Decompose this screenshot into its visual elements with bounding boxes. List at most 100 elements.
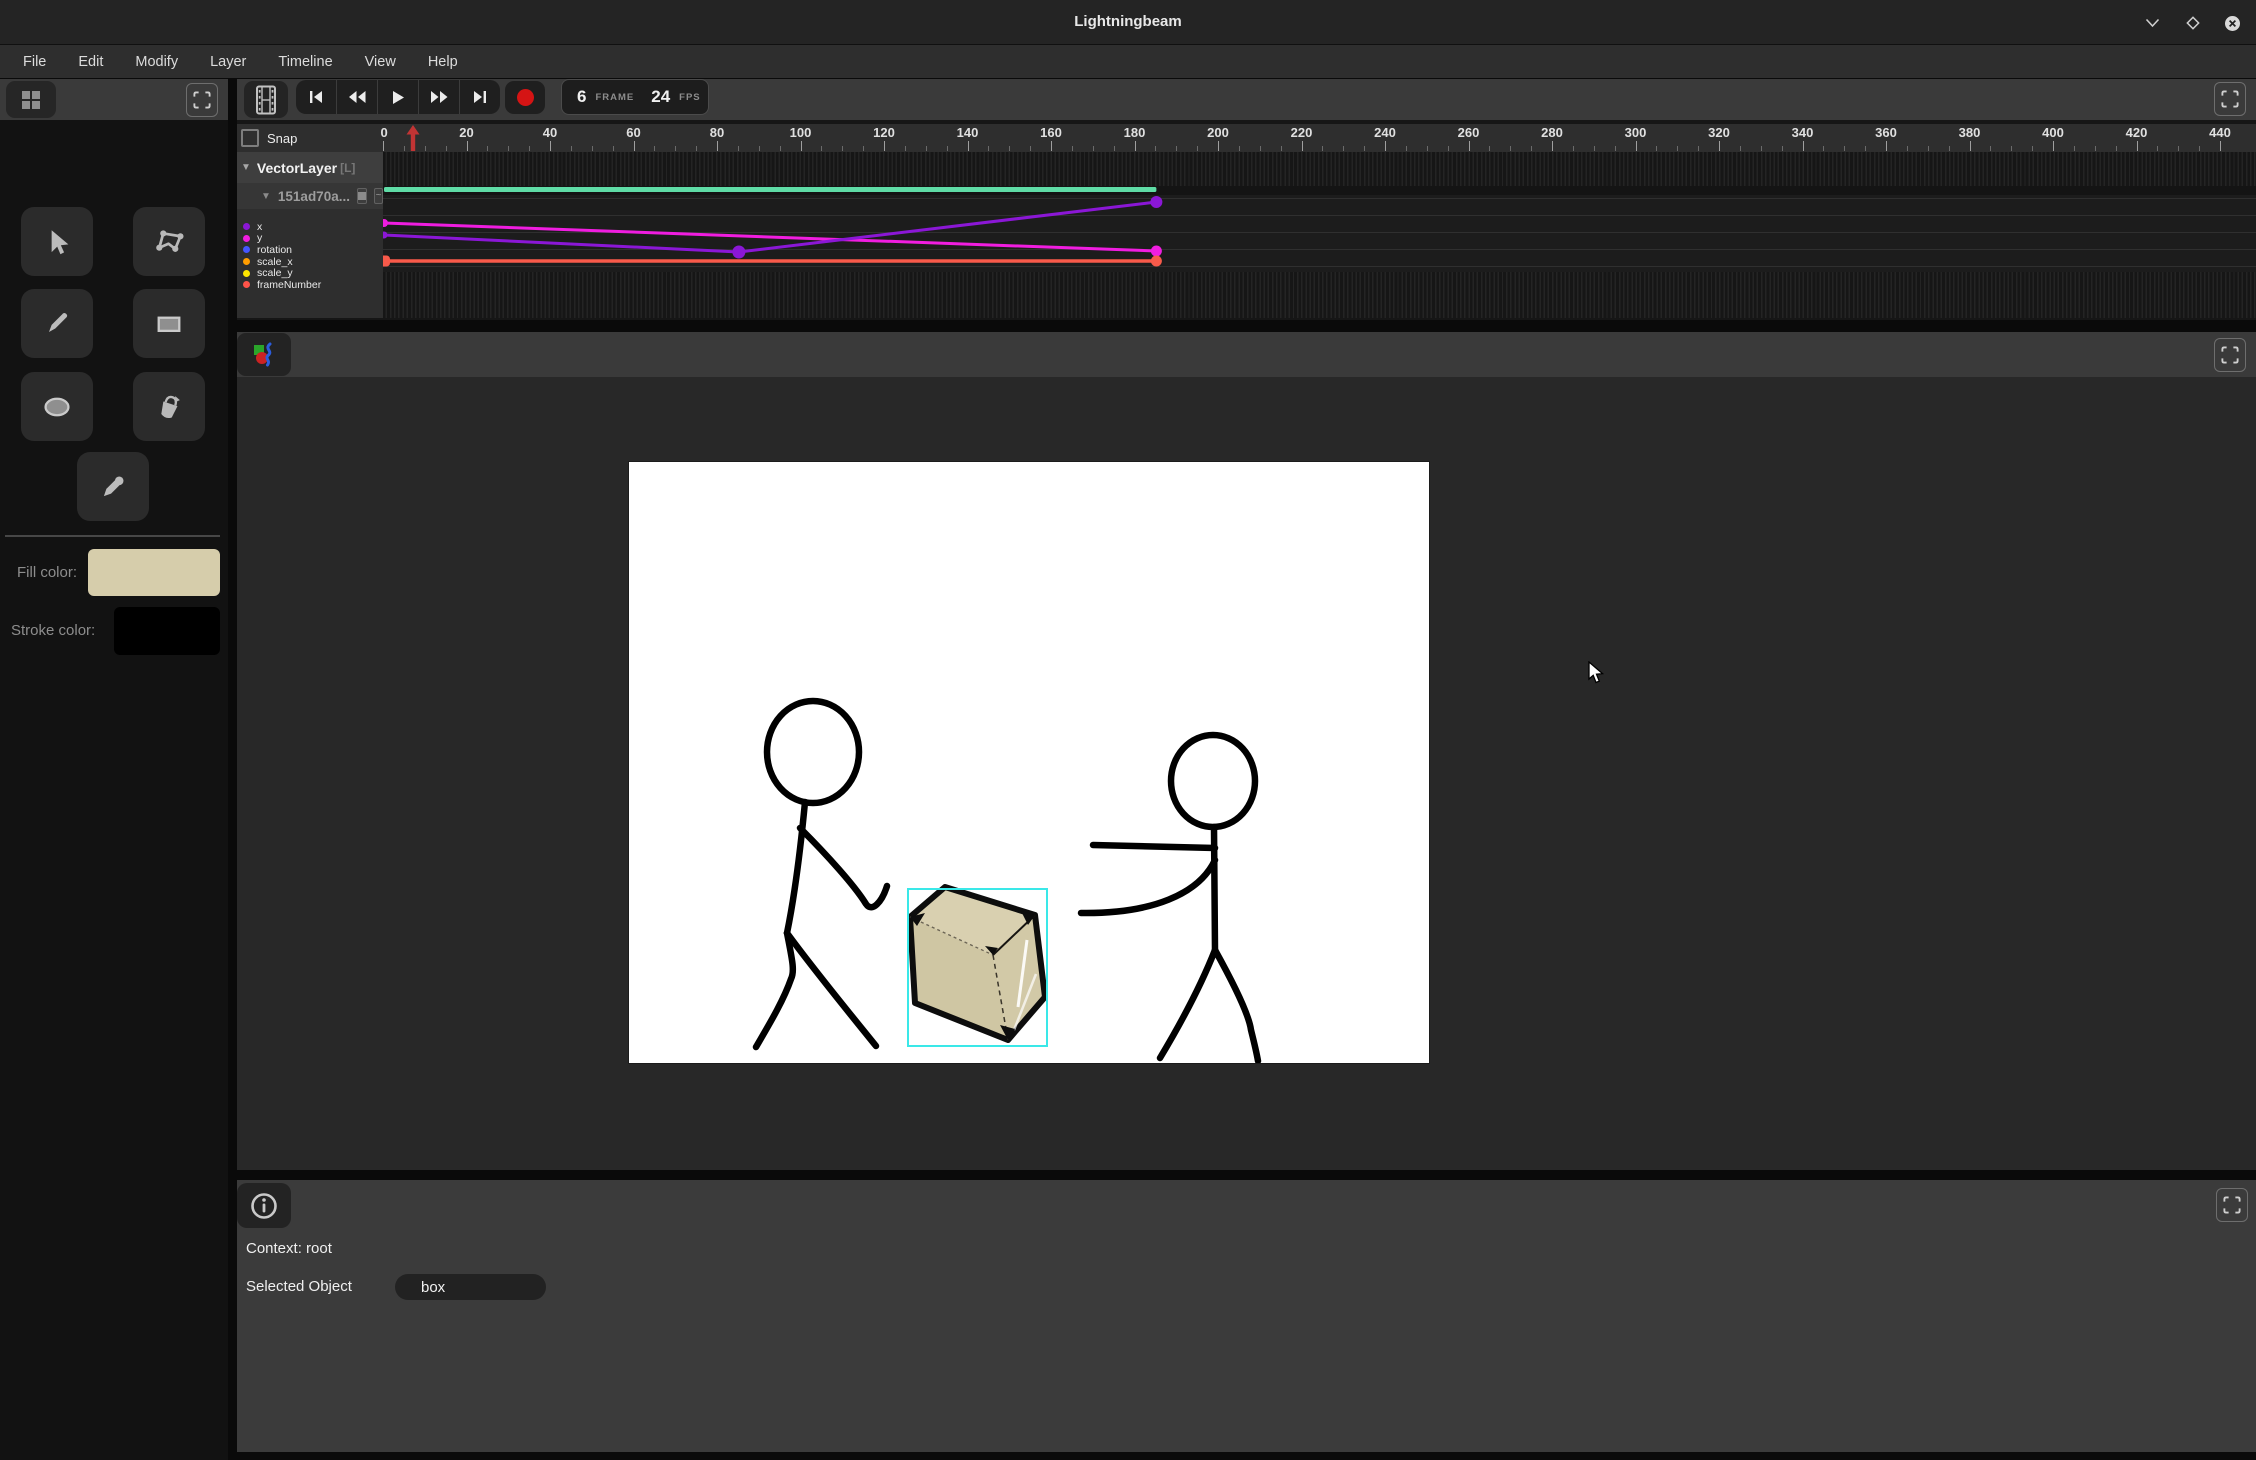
property-row-frameNumber[interactable]: frameNumber	[237, 279, 383, 291]
stage[interactable]	[629, 462, 1429, 1063]
layer-row-sublayer[interactable]: ▼ 151ad70a... ~	[237, 183, 383, 209]
keyframe-x[interactable]	[732, 246, 745, 259]
property-row-scale_y[interactable]: scale_y	[237, 267, 383, 279]
ruler-tick	[1218, 141, 1219, 151]
ruler-label: 180	[1124, 125, 1146, 140]
timeline-tracks[interactable]	[383, 152, 2256, 318]
stick-figure-right[interactable]	[1081, 735, 1258, 1061]
maximize-button[interactable]	[2182, 12, 2204, 34]
ruler-tick	[1698, 146, 1699, 151]
ruler-label: 300	[1625, 125, 1647, 140]
pencil-tool-button[interactable]	[21, 289, 93, 358]
ruler-tick	[1030, 146, 1031, 151]
tools-panel-expand-button[interactable]	[186, 83, 218, 117]
ruler-tick	[1114, 146, 1115, 151]
keyframe-y[interactable]	[383, 219, 388, 227]
stroke-color-label: Stroke color:	[11, 622, 95, 639]
fill-color-swatch[interactable]	[88, 549, 220, 596]
menu-item-layer[interactable]: Layer	[199, 51, 257, 73]
property-color-dot	[243, 258, 250, 265]
ruler-tick	[487, 146, 488, 151]
panel-grid-button[interactable]	[6, 81, 56, 118]
info-tab[interactable]	[237, 1183, 291, 1228]
transform-tool-button[interactable]	[133, 207, 205, 276]
canvas-expand-button[interactable]	[2214, 338, 2246, 372]
ruler-label: 380	[1959, 125, 1981, 140]
box-object[interactable]	[908, 887, 1047, 1046]
ruler-tick	[1970, 141, 1971, 151]
ruler-tick	[1427, 146, 1428, 151]
ruler-tick	[2137, 141, 2138, 151]
property-color-dot	[243, 246, 250, 253]
skip-to-end-button[interactable]	[460, 80, 500, 114]
property-row-x[interactable]: x	[237, 221, 383, 233]
fast-forward-button[interactable]	[419, 80, 460, 114]
ruler-tick	[1782, 146, 1783, 151]
ruler-tick	[1531, 146, 1532, 151]
menu-item-view[interactable]: View	[354, 51, 407, 73]
film-button[interactable]	[244, 81, 288, 118]
stick-figure-left[interactable]	[756, 701, 887, 1047]
playhead[interactable]	[406, 125, 420, 151]
layer-duration-bar[interactable]	[384, 187, 1156, 192]
ruler-label: 240	[1374, 125, 1396, 140]
lightningbeam-logo-icon	[251, 342, 277, 368]
fps-value: 24	[651, 87, 670, 107]
paint-bucket-tool-button[interactable]	[133, 372, 205, 441]
sublayer-square-button[interactable]	[357, 188, 367, 204]
ellipse-tool-button[interactable]	[21, 372, 93, 441]
menu-item-timeline[interactable]: Timeline	[267, 51, 343, 73]
rectangle-tool-button[interactable]	[133, 289, 205, 358]
transport-controls	[296, 80, 500, 114]
menu-item-file[interactable]: File	[12, 51, 57, 73]
inspector-expand-button[interactable]	[2216, 1188, 2248, 1222]
transform-nodes-icon	[153, 226, 185, 258]
timeline-expand-button[interactable]	[2214, 82, 2246, 116]
stroke-color-swatch[interactable]	[114, 607, 220, 655]
play-button[interactable]	[378, 80, 419, 114]
menu-item-edit[interactable]: Edit	[67, 51, 114, 73]
keyframe-frameNumber[interactable]	[1151, 256, 1162, 267]
pencil-icon	[42, 309, 72, 339]
property-row-y[interactable]: y	[237, 233, 383, 245]
chevron-down-icon[interactable]: ▼	[261, 191, 271, 202]
keyframe-x[interactable]	[1150, 196, 1162, 208]
ruler-tick	[654, 146, 655, 151]
selected-object-field[interactable]: box	[395, 1274, 546, 1300]
rewind-button[interactable]	[337, 80, 378, 114]
sublayer-tilde-button[interactable]: ~	[374, 188, 383, 204]
ruler-label: 280	[1541, 125, 1563, 140]
property-color-dot	[243, 223, 250, 230]
ruler-label: 220	[1291, 125, 1313, 140]
property-row-scale_x[interactable]: scale_x	[237, 256, 383, 268]
record-button[interactable]	[505, 81, 545, 114]
ruler-tick	[1552, 141, 1553, 151]
ruler-label: 420	[2126, 125, 2148, 140]
layer-suffix: [L]	[340, 161, 355, 175]
property-label: x	[257, 221, 262, 233]
keyframe-y[interactable]	[1151, 246, 1162, 257]
minimize-button[interactable]	[2141, 12, 2163, 34]
skip-to-start-button[interactable]	[296, 80, 337, 114]
timeline-header: 6 FRAME 24 FPS	[237, 79, 2256, 120]
close-button[interactable]	[2221, 12, 2243, 34]
select-tool-button[interactable]	[21, 207, 93, 276]
ruler-tick	[1719, 141, 1720, 151]
chevron-down-icon[interactable]: ▼	[241, 162, 251, 173]
ruler-tick	[2032, 146, 2033, 151]
timeline-ruler[interactable]: 0204060801001201401601802002202402602803…	[383, 124, 2256, 152]
menu-item-modify[interactable]: Modify	[124, 51, 189, 73]
ruler-tick	[1072, 146, 1073, 151]
keyframe-frameNumber[interactable]	[383, 256, 390, 267]
ruler-tick	[2011, 146, 2012, 151]
property-row-rotation[interactable]: rotation	[237, 244, 383, 256]
menu-item-help[interactable]: Help	[417, 51, 469, 73]
ruler-tick	[1865, 146, 1866, 151]
ruler-tick	[2157, 146, 2158, 151]
canvas-tab[interactable]	[237, 333, 291, 376]
layer-name: VectorLayer	[257, 160, 337, 176]
keyframe-x[interactable]	[383, 232, 388, 239]
snap-checkbox[interactable]	[241, 129, 259, 147]
layer-row-vectorlayer[interactable]: ▼ VectorLayer [L]	[237, 152, 383, 183]
eyedropper-tool-button[interactable]	[77, 452, 149, 521]
